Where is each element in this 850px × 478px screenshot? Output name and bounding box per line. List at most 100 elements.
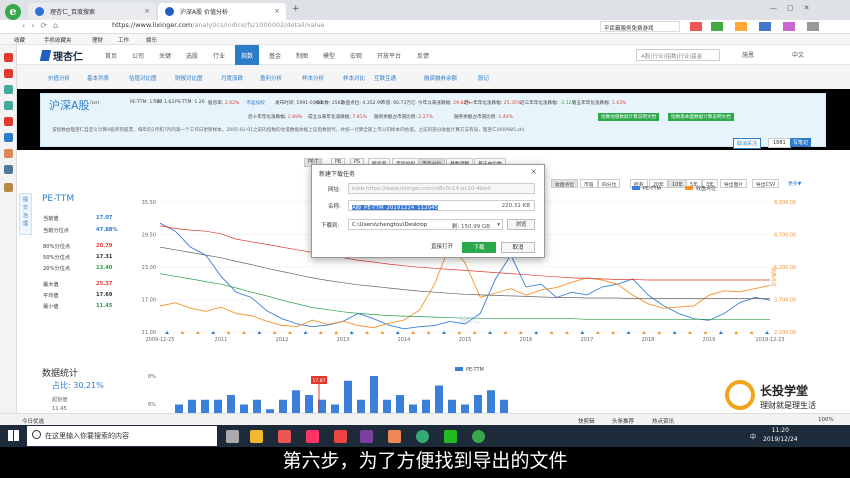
- video-caption: 第六步，为了方便找到导出的文件: [0, 447, 850, 478]
- file-size: 220.31 KB: [501, 203, 530, 209]
- event-marker: [488, 331, 493, 334]
- close-tab-icon[interactable]: ×: [144, 7, 150, 15]
- sidebar-app-icon[interactable]: [4, 183, 13, 192]
- subnav-profit[interactable]: 盈利分析: [260, 74, 282, 82]
- nav-arrows-icon[interactable]: ‹›⟳⌂: [22, 21, 64, 30]
- tab-baidu[interactable]: 理杏仁_百度搜索 ×: [28, 3, 156, 20]
- sidebar-app-icon[interactable]: [4, 149, 13, 158]
- nav-feedback[interactable]: 反馈: [417, 51, 429, 60]
- subnav-basic[interactable]: 基本列表: [87, 74, 109, 82]
- destination-field[interactable]: C:\Users\chengtou\Desktop 剩: 150.99 GB ▾: [348, 219, 503, 230]
- subnav-sample-compare[interactable]: 样本对比: [343, 74, 365, 82]
- nav-index[interactable]: 指数: [235, 45, 260, 65]
- bookmark-mobile[interactable]: 手机收藏夹: [44, 36, 72, 44]
- open-directly-button[interactable]: 直接打开: [425, 242, 459, 253]
- onenote-icon[interactable]: [360, 430, 373, 443]
- task-view-icon[interactable]: [226, 430, 239, 443]
- nav-chart[interactable]: 制图: [296, 51, 308, 60]
- subnav-fin-compare[interactable]: 财报对比图: [175, 74, 203, 82]
- x-tick: 2014: [398, 337, 411, 343]
- subnav-monthly[interactable]: 月度涨跌: [221, 74, 243, 82]
- nav-key[interactable]: 关键: [159, 51, 171, 60]
- window-controls[interactable]: —▢✕: [770, 4, 819, 12]
- info-key: 今年以来涨跌幅:: [418, 101, 452, 106]
- hist-bar: [214, 399, 222, 414]
- app-icon[interactable]: [416, 430, 429, 443]
- valuation-doc-button[interactable]: 指数估值数据计算说明文档: [598, 113, 660, 121]
- nav-company[interactable]: 公司: [132, 51, 144, 60]
- subnav-connect[interactable]: 互联互通: [374, 74, 396, 82]
- app-icon[interactable]: [278, 430, 291, 443]
- site-search-input[interactable]: A股(行业)指数|行业|基金: [636, 49, 720, 61]
- new-tab-button[interactable]: +: [292, 4, 300, 14]
- bookmark-fun[interactable]: 娱乐: [146, 36, 157, 44]
- browse-button[interactable]: 浏览: [507, 219, 535, 230]
- windows-start-icon[interactable]: [8, 430, 19, 441]
- unfollow-button[interactable]: 取消关注: [733, 138, 762, 149]
- subnav-sample[interactable]: 样本分析: [302, 74, 324, 82]
- nav-open-platform[interactable]: 开放平台: [377, 51, 401, 60]
- filename-input[interactable]: A股_PE-TTM_20191224_112045 220.31 KB: [348, 200, 535, 211]
- sidebar-app-icon[interactable]: [4, 133, 13, 142]
- sidebar-app-icon[interactable]: [4, 165, 13, 174]
- user-menu[interactable]: 施恩: [742, 50, 754, 59]
- event-marker: [380, 331, 385, 334]
- status-today[interactable]: 今日优选: [22, 417, 44, 425]
- tab-lixinger[interactable]: 沪深A股 价值分析 ×: [158, 3, 286, 20]
- zoom-level[interactable]: 100%: [818, 417, 834, 423]
- sidebar-app-icon[interactable]: [4, 117, 13, 126]
- browser-taskbar-icon[interactable]: [472, 430, 485, 443]
- search-icon: [32, 430, 41, 439]
- nav-screener[interactable]: 选股: [186, 51, 198, 60]
- hist-bar: [396, 395, 404, 414]
- url-field[interactable]: https://www.lixinger.com/analytics/indic…: [112, 21, 325, 29]
- nav-home[interactable]: 首页: [105, 51, 117, 60]
- cancel-button[interactable]: 取消: [501, 242, 535, 253]
- download-button[interactable]: 下载: [462, 242, 496, 253]
- nav-fund[interactable]: 基金: [269, 51, 281, 60]
- bookmark-work[interactable]: 工作: [118, 36, 129, 44]
- status-item[interactable]: 头条推荐: [612, 417, 634, 425]
- hist-tick: 6%: [148, 402, 156, 408]
- subnav-margin[interactable]: 融资融券余额: [424, 74, 457, 82]
- sidebar-app-icon[interactable]: [4, 53, 13, 62]
- status-item[interactable]: 热点资讯: [652, 417, 674, 425]
- sidebar-app-icon[interactable]: [4, 101, 13, 110]
- fundamental-doc-button[interactable]: 指数基本面数据计算说明文档: [668, 113, 734, 121]
- pe-panel-title: PE-TTM: [42, 194, 75, 204]
- chart-watermark: 理杏仁: [460, 315, 481, 324]
- bookmark-favorites[interactable]: 收藏: [14, 36, 25, 44]
- subnav-notes[interactable]: 股记: [478, 74, 489, 82]
- sidebar-app-icon[interactable]: [4, 69, 13, 78]
- close-tab-icon[interactable]: ×: [274, 7, 280, 15]
- wechat-icon[interactable]: [444, 430, 457, 443]
- write-note-button[interactable]: 写笔记: [790, 138, 812, 147]
- sidebar-app-icon[interactable]: [4, 85, 13, 94]
- bookmark-finance[interactable]: 理财: [92, 36, 103, 44]
- pe-stat-label: 80%分位点: [43, 244, 71, 250]
- taskbar-search[interactable]: 在这里输入你要搜索的内容: [27, 426, 217, 446]
- app-icon[interactable]: [334, 430, 347, 443]
- nav-industry[interactable]: 行业: [213, 51, 225, 60]
- status-item[interactable]: 快剪辑: [578, 417, 595, 425]
- x-tick: 2016: [520, 337, 533, 343]
- side-tools[interactable]: 提 交 治 理: [19, 193, 32, 235]
- x-tick: 2018: [642, 337, 655, 343]
- site-logo[interactable]: 理杏仁: [39, 48, 83, 63]
- app-icon[interactable]: [388, 430, 401, 443]
- language-menu[interactable]: 中文: [792, 50, 804, 59]
- file-explorer-icon[interactable]: [250, 430, 263, 443]
- nav-model[interactable]: 模型: [323, 51, 335, 60]
- chevron-down-icon[interactable]: ▾: [497, 222, 500, 228]
- taskbar-clock[interactable]: 11:20 2019/12/24: [763, 426, 798, 444]
- extension-icons[interactable]: [690, 22, 840, 31]
- subnav-val-compare[interactable]: 估值对比图: [129, 74, 157, 82]
- close-icon[interactable]: ×: [530, 167, 537, 176]
- series-line-percentile: [159, 273, 770, 320]
- nav-macro[interactable]: 宏观: [350, 51, 362, 60]
- xiaomi-icon[interactable]: [306, 430, 319, 443]
- browser-search-input[interactable]: 平民霸服务免费游戏: [600, 21, 680, 32]
- browser-logo-icon[interactable]: e: [5, 4, 21, 20]
- subnav-value[interactable]: 价值分析: [48, 74, 70, 82]
- input-lang[interactable]: 中: [750, 432, 756, 441]
